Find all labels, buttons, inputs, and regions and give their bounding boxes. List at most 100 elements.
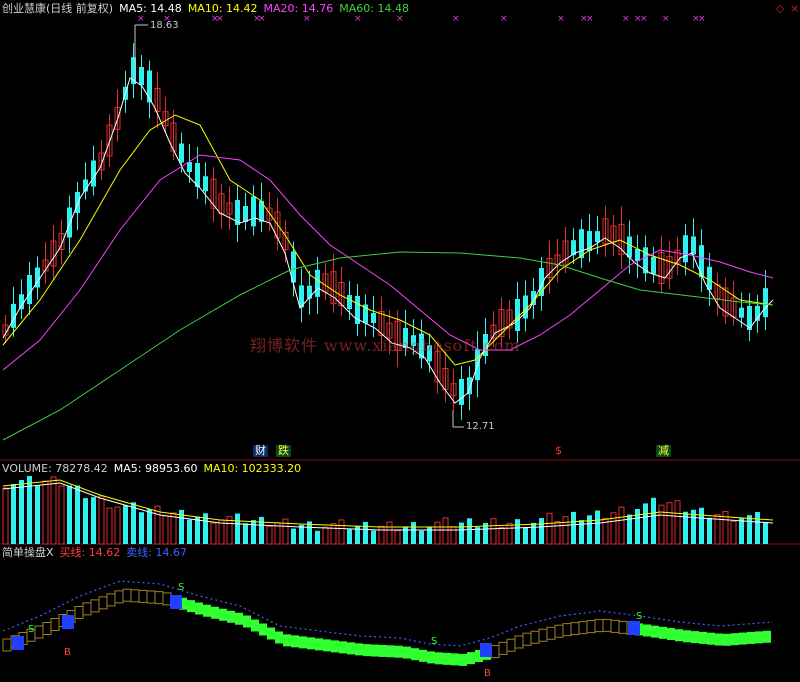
band-block [267, 627, 275, 640]
band-block [403, 646, 411, 659]
band-block [506, 638, 516, 652]
band-block [707, 632, 715, 645]
candle-down [595, 231, 600, 243]
buy-line-readout: 买线: 14.62 [59, 546, 121, 559]
volume-bar-up [498, 527, 505, 545]
close-icon[interactable]: × [790, 2, 799, 15]
candle-down [347, 295, 352, 309]
candle-down [763, 288, 768, 318]
top-marker: × [258, 14, 266, 24]
volume-bar-down [315, 530, 320, 544]
band-block [570, 622, 580, 636]
band-block [610, 619, 620, 633]
band-block [522, 632, 532, 646]
volume-bar-up [106, 507, 113, 545]
band-block [2, 638, 12, 652]
band-block [395, 645, 403, 658]
volume-bar-up [2, 487, 9, 545]
band-block [723, 633, 731, 646]
ma60-readout: MA60: 14.48 [339, 2, 409, 15]
band-block [82, 602, 92, 616]
band-block [138, 589, 148, 603]
volume-bar-down [739, 518, 744, 544]
blue-signal-block [480, 643, 492, 657]
sell-line-readout: 卖线: 14.67 [126, 546, 187, 559]
band-block [459, 653, 467, 666]
volume-bar-down [763, 521, 768, 544]
ma10-readout: MA10: 14.42 [187, 2, 258, 15]
band-block [618, 620, 628, 634]
candle-down [179, 143, 184, 163]
volume-bar-down [147, 509, 152, 544]
band-block [490, 645, 500, 659]
candle-down [635, 249, 640, 261]
band-block [211, 606, 219, 619]
band-block [683, 630, 691, 643]
volume-bar-down [651, 497, 656, 544]
band-block [379, 644, 387, 657]
band-block [562, 623, 572, 637]
volume-ma5-line [2, 482, 774, 531]
candle-down [243, 206, 248, 222]
candle-down [459, 378, 464, 405]
volume-bar-down [539, 518, 544, 544]
band-block [219, 608, 227, 621]
candle-down [27, 275, 32, 304]
band-block [763, 630, 771, 643]
volume-bar-down [363, 521, 368, 544]
volume-bar-down [467, 518, 472, 544]
band-block [411, 648, 419, 661]
band-block [154, 591, 164, 605]
volume-bar-up [378, 525, 385, 545]
stock-title: 创业慧康(日线 前复权) [2, 2, 114, 15]
flag-reduce[interactable]: 减 [656, 445, 671, 457]
top-marker: × [698, 14, 706, 24]
volume-bar-up [266, 525, 273, 545]
band-block [578, 621, 588, 635]
candle-down [371, 313, 376, 323]
volume-bar-up [442, 517, 449, 545]
band-block [235, 612, 243, 625]
volume-bar-down [123, 505, 128, 544]
band-block [315, 638, 323, 651]
top-marker: × [137, 14, 145, 24]
flag-finance[interactable]: 财 [253, 445, 268, 457]
band-block [371, 644, 379, 657]
band-block [355, 643, 363, 656]
indicator-title: 简单操盘X [2, 546, 54, 559]
top-marker: × [452, 14, 460, 24]
flag-dollar[interactable]: $ [553, 445, 564, 457]
top-marker: × [640, 14, 648, 24]
band-block [291, 635, 299, 648]
diamond-icon[interactable]: ◇ [776, 2, 784, 15]
blue-signal-block [170, 595, 182, 609]
flag-drop[interactable]: 跌 [276, 445, 291, 457]
volume-bar-down [427, 526, 432, 544]
low-price-label: 12.71 [466, 421, 495, 432]
volume-bar-down [371, 530, 376, 544]
volume-bar-down [459, 522, 464, 544]
sell-signal-s: S [28, 624, 34, 635]
volume-bar-up [562, 516, 569, 545]
band-block [586, 620, 596, 634]
watermark: 翔博软件 www.xiangbosoft.com [250, 336, 521, 355]
ma20-readout: MA20: 14.76 [263, 2, 334, 15]
volume-bar-down [67, 485, 72, 544]
top-marker: × [557, 14, 565, 24]
candle-down [627, 236, 632, 258]
band-block [443, 652, 451, 665]
volume-bar-down [635, 509, 640, 544]
volume-bar-down [747, 515, 752, 544]
volume-bar-down [291, 528, 296, 544]
main-panel-header: 创业慧康(日线 前复权) MA5: 14.48 MA10: 14.42 MA20: 1… [2, 2, 415, 15]
band-block [130, 589, 140, 603]
band-block [546, 626, 556, 640]
top-marker: × [662, 14, 670, 24]
volume-bar-up [506, 522, 513, 545]
band-block [667, 628, 675, 641]
volume-bar-down [707, 517, 712, 544]
volume-bar-down [419, 530, 424, 544]
volume-bar-up [674, 500, 681, 545]
band-block [747, 631, 755, 644]
band-block [347, 642, 355, 655]
